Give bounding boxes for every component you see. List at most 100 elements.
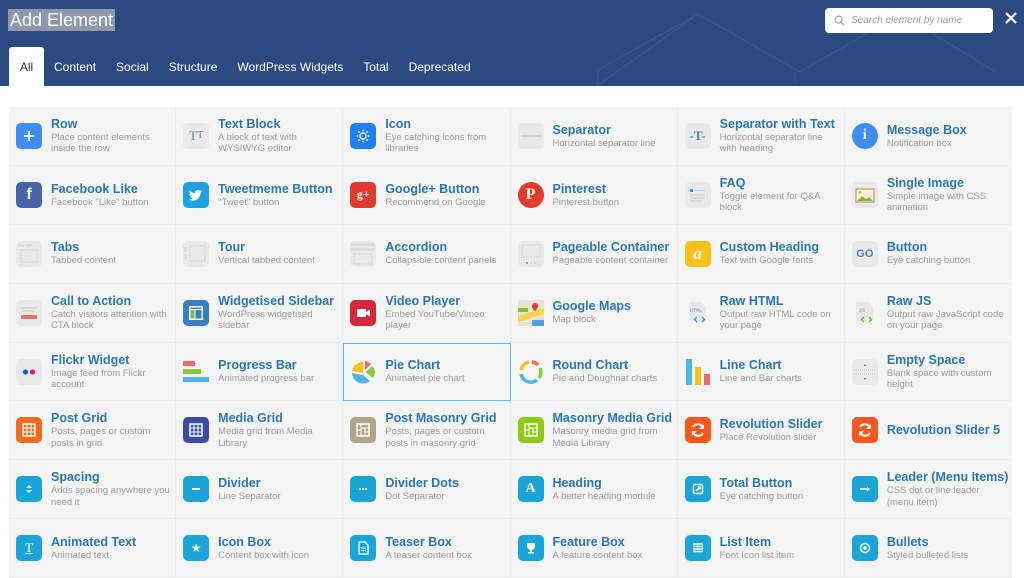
- tab-structure[interactable]: Structure: [159, 47, 228, 86]
- tab-wordpress-widgets[interactable]: WordPress Widgets: [227, 47, 353, 86]
- element-text: Custom Heading Text with Google fonts: [720, 240, 819, 267]
- separator-text-icon: -T-: [684, 122, 711, 149]
- text-cursor-icon-glyph: T: [16, 535, 42, 562]
- element-leader-menu-items[interactable]: Leader (Menu Items) CSS dot or line leade…: [844, 460, 1012, 520]
- element-round-chart[interactable]: Round Chart Pie and Doughnat charts: [510, 342, 678, 402]
- element-media-grid[interactable]: Media Grid Media grid from Media Library: [176, 401, 344, 461]
- element-icon-box[interactable]: ★ Icon Box Content box with icon: [176, 519, 344, 578]
- element-custom-heading[interactable]: a Custom Heading Text with Google fonts: [677, 224, 845, 284]
- element-google-maps[interactable]: Google Maps Map block: [510, 283, 678, 343]
- element-widgetised-sidebar[interactable]: Widgetised Sidebar WordPress widgetised s…: [176, 283, 344, 343]
- info-icon: i: [851, 122, 878, 149]
- sidebar-icon: [183, 299, 210, 326]
- element-facebook-like[interactable]: f Facebook Like Facebook "Like" button: [9, 165, 177, 225]
- element-description: Dot Separator: [385, 491, 445, 503]
- element-list-item[interactable]: List Item Font Icon list item: [677, 519, 845, 578]
- video-icon: [350, 299, 377, 326]
- element-call-to-action[interactable]: Call to Action Catch visitors attention w…: [9, 283, 177, 343]
- tab-social[interactable]: Social: [106, 47, 159, 86]
- element-name: Tour: [218, 240, 245, 255]
- bullet-circle-icon: [851, 535, 878, 562]
- element-description: Toggle element for Q&A block: [719, 190, 820, 214]
- star-icon-glyph: ★: [183, 535, 210, 562]
- element-video-player[interactable]: Video Player Embed YouTube/Vimeo player: [343, 283, 511, 343]
- element-empty-space[interactable]: Empty Space Blank space with custom heigh…: [844, 343, 1012, 402]
- svg-text:HTML: HTML: [690, 308, 702, 314]
- element-heading[interactable]: A Heading A better heading module: [510, 460, 678, 520]
- tour-icon-glyph: [183, 240, 210, 267]
- element-raw-js[interactable]: JS Raw JS Output raw JavaScript code on yo…: [844, 284, 1012, 343]
- element-text-block[interactable]: T T Text Block A block of text with WYSIWYG…: [176, 107, 344, 166]
- element-text: Bullets Styled bulleted lists: [887, 535, 968, 562]
- refresh-icon-glyph: [684, 417, 711, 444]
- element-name: Separator: [552, 122, 611, 137]
- element-name: Round Chart: [552, 358, 629, 373]
- element-revolution-slider[interactable]: Revolution Slider Place Revolution slider: [677, 401, 845, 461]
- element-teaser-box[interactable]: Teaser Box A teaser content box: [343, 519, 511, 578]
- element-text: Icon Eye catching icons from libraries: [385, 117, 507, 155]
- element-text: Google Maps Map block: [553, 299, 631, 326]
- element-spacing[interactable]: Spacing Adds spacing anywhere you need it: [9, 460, 177, 520]
- element-text: Media Grid Media grid from Media Library: [218, 411, 340, 449]
- element-divider-dots[interactable]: Divider Dots Dot Separator: [343, 460, 511, 520]
- element-tabs[interactable]: Tabs Tabbed content: [9, 224, 177, 284]
- element-raw-html[interactable]: HTML Raw HTML Output raw HTML code on your…: [677, 283, 845, 343]
- element-description: Catch visitors attention with CTA block: [51, 308, 167, 332]
- search-icon: [834, 15, 845, 26]
- element-button[interactable]: GO Button Eye catching button: [844, 225, 1012, 284]
- element-text: Empty Space Blank space with custom heigh…: [887, 353, 1009, 391]
- facebook-icon-glyph: f: [16, 181, 42, 208]
- element-text: Line Chart Line and Bar charts: [720, 358, 802, 385]
- info-icon-glyph: i: [851, 122, 878, 149]
- element-masonry-media-grid[interactable]: Masonry Media Grid Masonry media grid fro…: [510, 401, 678, 461]
- element-revolution-slider-5[interactable]: Revolution Slider 5: [844, 401, 1012, 461]
- text-cursor-icon: T: [16, 535, 42, 562]
- element-post-grid[interactable]: Post Grid Posts, pages or custom posts in…: [9, 401, 177, 461]
- google-plus-icon: g+: [350, 181, 377, 208]
- element-text: Divider Dots Dot Separator: [385, 476, 459, 503]
- element-divider[interactable]: Divider Line Separator: [176, 460, 344, 520]
- close-icon[interactable]: [1003, 10, 1019, 26]
- element-line-chart[interactable]: Line Chart Line and Bar charts: [677, 342, 845, 402]
- pinterest-icon-glyph: P: [517, 181, 544, 208]
- element-pie-chart[interactable]: Pie Chart Animated pie chart: [343, 342, 511, 402]
- element-post-masonry-grid[interactable]: Post Masonry Grid Posts, pages or custom …: [343, 401, 511, 461]
- element-google-button[interactable]: g+ Google+ Button Recommend on Google: [343, 165, 511, 225]
- element-progress-bar[interactable]: Progress Bar Animated progress bar: [176, 342, 344, 402]
- tab-total[interactable]: Total: [353, 47, 398, 86]
- element-icon[interactable]: Icon Eye catching icons from libraries: [343, 107, 511, 166]
- separator-text-icon-glyph: -T-: [684, 122, 711, 149]
- element-flickr-widget[interactable]: Flickr Widget Image feed from Flickr acco…: [9, 342, 177, 402]
- text-tt-icon-glyph: TT: [183, 122, 210, 149]
- element-total-button[interactable]: Total Button Eye catching button: [677, 460, 845, 520]
- element-accordion[interactable]: Accordion Collapsible content panels: [343, 224, 511, 284]
- element-message-box[interactable]: i Message Box Notification box: [844, 107, 1012, 166]
- element-text: Pageable Container Pageable content conta…: [553, 240, 670, 267]
- element-tweetmeme-button[interactable]: Tweetmeme Button "Tweet" button: [176, 165, 344, 225]
- element-pinterest[interactable]: P Pinterest Pinterest button: [510, 165, 678, 225]
- search-box[interactable]: [825, 8, 993, 33]
- element-bullets[interactable]: Bullets Styled bulleted lists: [844, 519, 1012, 578]
- element-pageable-container[interactable]: Pageable Container Pageable content conta…: [510, 224, 678, 284]
- element-row[interactable]: Row Place content elements inside the row: [9, 107, 177, 166]
- tab-content[interactable]: Content: [44, 47, 106, 86]
- search-input[interactable]: [851, 15, 991, 26]
- empty-space-icon-glyph: [851, 358, 878, 385]
- go-button-icon-glyph: GO: [851, 240, 878, 267]
- tab-deprecated[interactable]: Deprecated: [399, 47, 481, 86]
- element-text: Single Image Simple image with CSS animat…: [887, 176, 1009, 214]
- element-description: A block of text with WYSIWYG editor: [218, 131, 297, 155]
- element-animated-text[interactable]: T Animated Text Animated text: [9, 519, 177, 578]
- element-tour[interactable]: Tour Vertical tabbed content: [176, 224, 344, 284]
- tab-all[interactable]: All: [9, 47, 44, 86]
- element-name: Message Box: [886, 122, 967, 137]
- element-feature-box[interactable]: Feature Box A feature content box: [510, 519, 678, 578]
- element-single-image[interactable]: Single Image Simple image with CSS animat…: [844, 166, 1012, 225]
- media-grid-icon-glyph: [183, 417, 210, 444]
- element-separator-with-text[interactable]: -T- Separator with Text Horizontal separat…: [677, 107, 845, 166]
- element-name: Flickr Widget: [51, 352, 130, 367]
- element-description: WordPress widgetised sidebar: [218, 308, 313, 332]
- js-file-icon-glyph: JS: [852, 300, 878, 326]
- element-faq[interactable]: FAQ Toggle element for Q&A block: [677, 165, 845, 225]
- element-separator[interactable]: Separator Horizontal separator line: [510, 107, 678, 166]
